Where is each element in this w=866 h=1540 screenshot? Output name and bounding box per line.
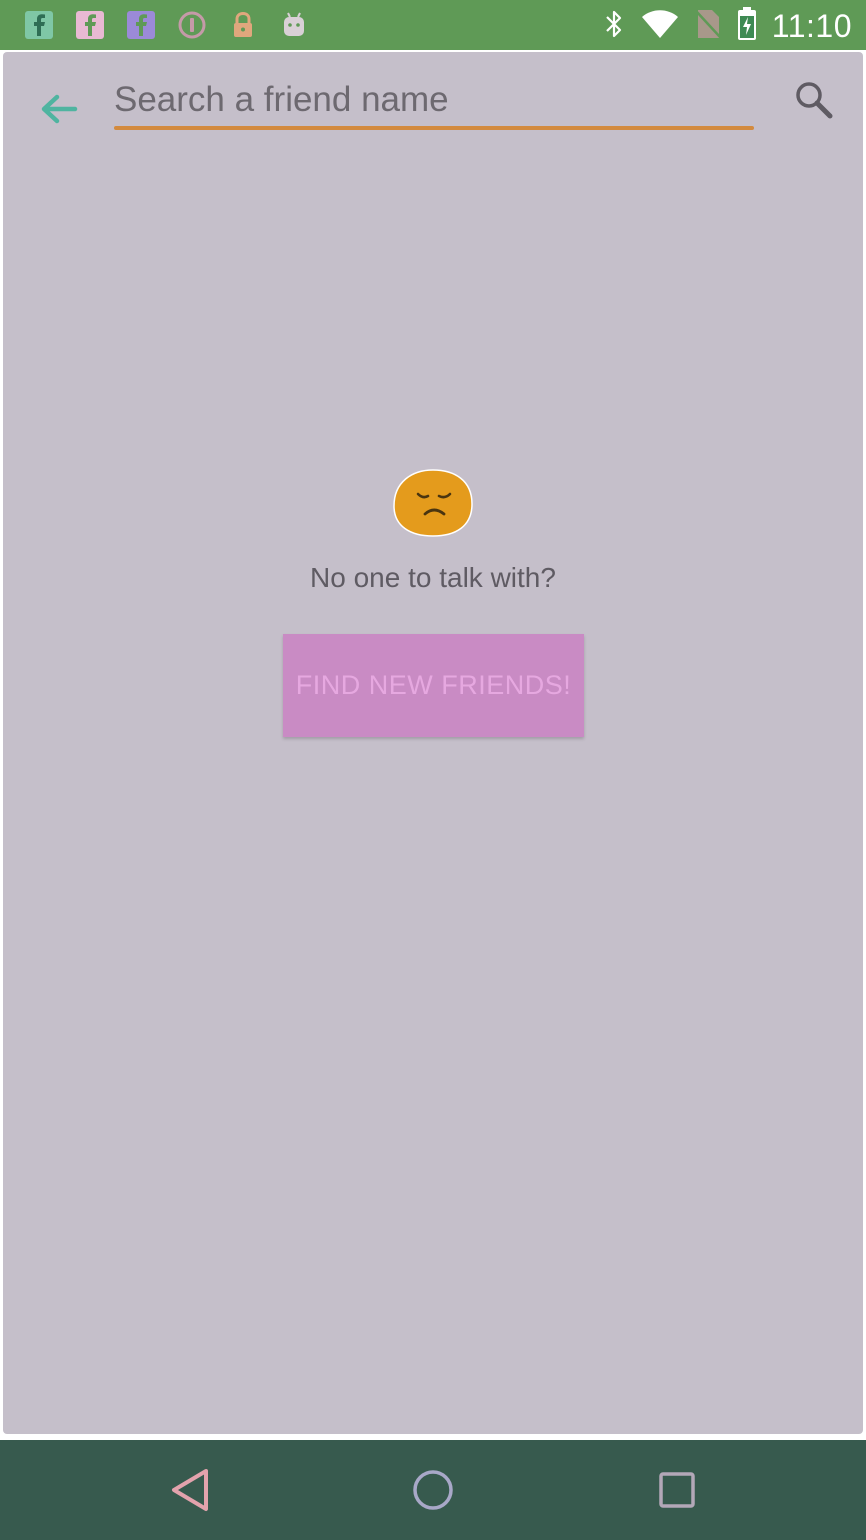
home-icon — [413, 1470, 453, 1510]
search-input[interactable] — [114, 72, 754, 128]
recents-icon — [659, 1472, 695, 1508]
search-field[interactable] — [114, 72, 754, 132]
arrow-left-icon — [41, 94, 78, 124]
find-new-friends-button[interactable]: FIND NEW FRIENDS! — [283, 634, 584, 737]
bluetooth-icon — [602, 7, 626, 46]
android-icon — [277, 8, 311, 42]
back-icon — [172, 1469, 208, 1511]
no-sim-icon — [694, 7, 722, 46]
nav-back-button[interactable] — [160, 1460, 220, 1520]
back-button[interactable] — [36, 86, 82, 132]
nav-home-button[interactable] — [403, 1460, 463, 1520]
friend-search-screen — [3, 52, 863, 1434]
navigation-bar — [0, 1440, 866, 1540]
system-icons: 11:10 — [602, 6, 852, 47]
notification-icons — [22, 8, 311, 42]
wifi-icon — [640, 8, 680, 45]
pensive-face-emoji — [393, 469, 473, 537]
1password-icon — [175, 8, 209, 42]
lock-icon — [226, 8, 260, 42]
nav-recents-button[interactable] — [647, 1460, 707, 1520]
search-underline — [114, 126, 754, 130]
search-icon — [796, 82, 833, 119]
battery-charging-icon — [736, 6, 758, 47]
facebook-icon — [124, 8, 158, 42]
facebook-icon — [73, 8, 107, 42]
facebook-icon — [22, 8, 56, 42]
status-time: 11:10 — [771, 8, 852, 44]
empty-state-message: No one to talk with? — [310, 562, 556, 593]
search-button[interactable] — [790, 76, 838, 124]
status-bar: 11:10 — [0, 0, 866, 50]
